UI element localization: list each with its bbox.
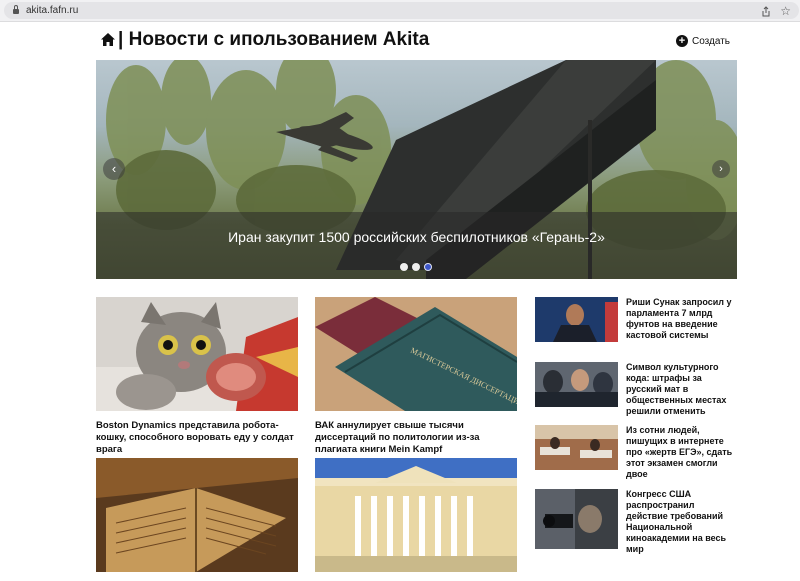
url-text[interactable]: akita.fafn.ru [26, 5, 78, 16]
create-button-label: Создать [691, 35, 730, 47]
news-card-image[interactable]: МАГИСТЕРСКАЯ ДИССЕРТАЦИЯ [315, 297, 517, 411]
page-header: | Новости с ипользованием Akita + Создат… [96, 28, 738, 54]
side-news-image[interactable] [535, 362, 618, 407]
carousel-dot-2[interactable] [412, 263, 420, 271]
news-card-image[interactable] [96, 297, 298, 411]
side-news-item[interactable]: Риши Сунак запросил у парламента 7 млрд … [535, 297, 737, 367]
carousel-next-button[interactable]: › [712, 160, 730, 178]
share-icon[interactable] [761, 6, 771, 17]
hero-carousel[interactable]: Иран закупит 1500 российских беспилотник… [96, 60, 737, 279]
plus-circle-icon: + [675, 35, 688, 47]
create-button[interactable]: + Создать [675, 33, 730, 49]
side-news-headline[interactable]: Риши Сунак запросил у парламента 7 млрд … [626, 297, 737, 341]
side-news-headline[interactable]: Символ культурного кода: штрафы за русск… [626, 362, 737, 417]
lock-icon [13, 5, 19, 14]
browser-toolbar: akita.fafn.ru ☆ [0, 0, 800, 22]
side-news-image[interactable] [535, 297, 618, 342]
side-news-item[interactable]: Конгресс США распространил действие треб… [535, 489, 737, 559]
side-news-item[interactable]: Символ культурного кода: штрафы за русск… [535, 362, 737, 432]
news-card[interactable] [315, 458, 517, 581]
carousel-dot-1[interactable] [400, 263, 408, 271]
news-card[interactable]: Boston Dynamics представила робота-кошку… [96, 297, 298, 456]
news-card-headline[interactable]: ВАК аннулирует свыше тысячи диссертаций … [315, 420, 517, 456]
side-news-image[interactable] [535, 489, 618, 549]
carousel-dot-3[interactable] [424, 263, 432, 271]
news-card-headline[interactable]: Boston Dynamics представила робота-кошку… [96, 420, 298, 456]
carousel-indicators [400, 263, 432, 271]
side-news-item[interactable]: Из сотни людей, пишущих в интернете про … [535, 425, 737, 495]
news-card-image[interactable] [315, 458, 517, 572]
carousel-prev-button[interactable]: ‹ [103, 158, 125, 180]
news-card-image[interactable] [96, 458, 298, 572]
news-card[interactable] [96, 458, 298, 581]
news-card[interactable]: МАГИСТЕРСКАЯ ДИССЕРТАЦИЯ ВАК аннулирует … [315, 297, 517, 456]
hero-caption[interactable]: Иран закупит 1500 российских беспилотник… [96, 228, 737, 246]
side-news-image[interactable] [535, 425, 618, 470]
home-icon[interactable] [101, 33, 115, 46]
side-news-headline[interactable]: Конгресс США распространил действие треб… [626, 489, 737, 555]
page-title: | Новости с ипользованием Akita [118, 29, 430, 50]
bookmark-star-icon[interactable]: ☆ [780, 4, 791, 18]
address-bar[interactable]: akita.fafn.ru ☆ [4, 2, 799, 19]
side-news-headline[interactable]: Из сотни людей, пишущих в интернете про … [626, 425, 737, 480]
